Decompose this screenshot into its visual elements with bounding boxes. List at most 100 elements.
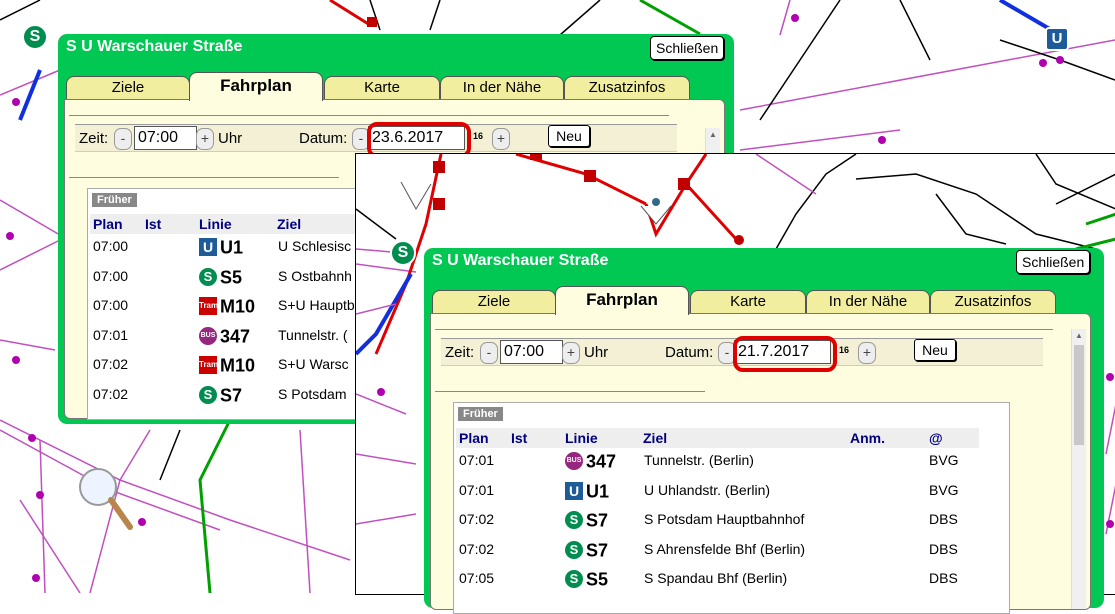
destination[interactable]: U Uhlandstr. (Berlin) [644, 480, 770, 500]
line-name: U1 [220, 237, 244, 258]
tab-ziele[interactable]: Ziele [66, 76, 190, 99]
line-cell[interactable]: BUS 347 [565, 450, 616, 471]
tab-in-der-naehe[interactable]: In der Nähe [440, 76, 564, 99]
s-bahn-icon: S [199, 267, 217, 286]
calendar-icon[interactable]: 16 [473, 131, 483, 141]
line-cell[interactable]: U U1 [565, 480, 610, 501]
col-linie: Linie [196, 214, 274, 234]
divider [69, 115, 669, 116]
destination[interactable]: S Ahrensfelde Bhf (Berlin) [644, 539, 805, 559]
datum-label: Datum: [299, 130, 348, 147]
station-panel-front: S U Warschauer Straße Schließen Ziele Fa… [424, 248, 1104, 614]
scrollbar[interactable]: ▲ [1071, 329, 1086, 609]
s-bahn-station-icon[interactable]: S [22, 24, 48, 50]
tab-karte[interactable]: Karte [690, 290, 806, 313]
s-bahn-icon: S [565, 540, 583, 559]
divider [69, 177, 339, 178]
plan-time: 07:02 [93, 356, 129, 372]
destination[interactable]: S+U Warsc [278, 354, 358, 374]
destination[interactable]: Tunnelstr. (Berlin) [644, 450, 754, 470]
scroll-up-arrow-icon[interactable]: ▲ [1072, 329, 1086, 343]
line-cell[interactable]: U U1 [199, 236, 244, 258]
destination[interactable]: U Schlesisc [278, 236, 358, 256]
tab-fahrplan[interactable]: Fahrplan [555, 286, 689, 315]
line-cell[interactable]: Tram M10 [199, 295, 256, 317]
uhr-label: Uhr [218, 130, 243, 147]
time-minus-button[interactable]: - [480, 342, 498, 364]
tab-zusatzinfos[interactable]: Zusatzinfos [930, 290, 1056, 313]
tram-icon: Tram [199, 297, 218, 316]
tab-ziele[interactable]: Ziele [432, 290, 556, 313]
plan-time: 07:02 [459, 540, 495, 557]
line-name: S5 [586, 569, 609, 590]
destination[interactable]: S Potsdam [278, 384, 358, 404]
scroll-up-arrow-icon[interactable]: ▲ [706, 128, 720, 142]
destination[interactable]: S Potsdam Hauptbahnhof [644, 509, 804, 529]
line-cell[interactable]: S S7 [199, 384, 242, 405]
time-minus-button[interactable]: - [114, 128, 132, 150]
panel-title: S U Warschauer Straße [66, 38, 243, 55]
date-plus-button[interactable]: + [858, 342, 876, 364]
datum-label: Datum: [665, 344, 714, 361]
line-name: 347 [220, 325, 251, 346]
destination[interactable]: Tunnelstr. ( [278, 325, 358, 345]
col-plan: Plan [456, 428, 509, 448]
destination[interactable]: S+U Hauptb [278, 295, 358, 315]
plan-time: 07:00 [93, 297, 129, 313]
line-cell[interactable]: S S5 [199, 266, 243, 287]
neu-button[interactable]: Neu [548, 125, 590, 147]
tab-zusatzinfos[interactable]: Zusatzinfos [564, 76, 690, 99]
s-bahn-station-icon[interactable]: S [390, 240, 416, 266]
departure-table: Früher Plan Ist Linie Ziel Anm. @ 07:01 B… [453, 402, 1010, 614]
col-linie: Linie [562, 428, 640, 448]
plan-time: 07:01 [459, 481, 495, 498]
line-name: S5 [220, 266, 243, 287]
plan-time: 07:00 [93, 267, 129, 284]
calendar-icon[interactable]: 16 [839, 345, 849, 355]
plan-time: 07:05 [459, 570, 495, 586]
destination[interactable]: S Spandau Bhf (Berlin) [644, 568, 787, 588]
plan-time: 07:01 [459, 452, 495, 468]
line-cell[interactable]: BUS 347 [199, 325, 251, 346]
u-bahn-station-icon[interactable]: U [1045, 27, 1069, 51]
plan-time: 07:02 [93, 385, 129, 402]
col-ziel: Ziel [640, 428, 847, 448]
destination[interactable]: S Ostbahnh [278, 266, 358, 286]
line-cell[interactable]: Tram M10 [199, 354, 255, 375]
zeit-label: Zeit: [445, 344, 475, 361]
time-plus-button[interactable]: + [562, 342, 580, 364]
line-name: U1 [586, 480, 610, 501]
s-bahn-icon: S [565, 570, 583, 589]
time-input[interactable]: 07:00 [134, 126, 197, 150]
operator: DBS [929, 540, 958, 557]
divider [435, 329, 1053, 330]
scroll-thumb[interactable] [1074, 345, 1084, 445]
operator: DBS [929, 570, 958, 586]
u-bahn-icon: U [199, 238, 217, 257]
tab-karte[interactable]: Karte [324, 76, 440, 99]
earlier-button[interactable]: Früher [458, 407, 503, 421]
bus-icon: BUS [199, 326, 217, 345]
close-button[interactable]: Schließen [650, 36, 725, 60]
tab-in-der-naehe[interactable]: In der Nähe [806, 290, 930, 313]
earlier-button[interactable]: Früher [92, 193, 137, 207]
line-cell[interactable]: S S5 [565, 568, 609, 590]
col-ist: Ist [508, 428, 563, 448]
line-name: M10 [220, 296, 256, 317]
line-cell[interactable]: S S7 [565, 539, 608, 560]
uhr-label: Uhr [584, 344, 609, 361]
s-bahn-icon: S [199, 385, 217, 404]
u-bahn-icon: U [565, 481, 583, 500]
operator: BVG [929, 452, 959, 468]
bus-icon: BUS [565, 452, 583, 471]
col-operator: @ [926, 428, 979, 448]
operator: DBS [929, 511, 958, 527]
neu-button[interactable]: Neu [914, 339, 956, 361]
time-input[interactable]: 07:00 [500, 340, 563, 364]
tab-fahrplan[interactable]: Fahrplan [189, 72, 323, 101]
line-cell[interactable]: S S7 [565, 509, 608, 530]
date-plus-button[interactable]: + [492, 128, 510, 150]
tram-icon: Tram [199, 356, 218, 375]
close-button[interactable]: Schließen [1016, 250, 1091, 274]
time-plus-button[interactable]: + [196, 128, 214, 150]
